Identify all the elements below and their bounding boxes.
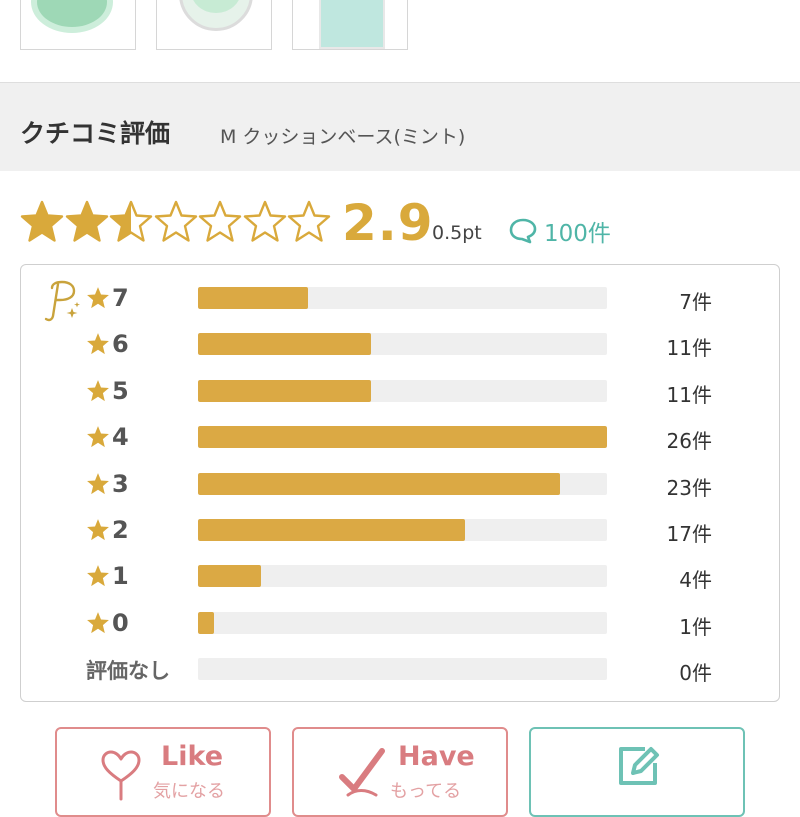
star-icon — [154, 200, 197, 242]
rating-count: 0件 — [679, 661, 712, 686]
rating-count: 4件 — [679, 568, 712, 593]
rating-label: 6 — [86, 330, 129, 358]
rating-bar-track — [198, 426, 607, 449]
like-button[interactable]: Like 気になる — [55, 727, 271, 817]
review-count-link[interactable]: 100件 — [508, 214, 611, 248]
thumbnail-1[interactable] — [20, 0, 136, 50]
product-name: M クッションベース(ミント) — [220, 126, 466, 148]
rating-value: 5 — [112, 376, 129, 405]
rating-count: 1件 — [679, 614, 712, 639]
check-icon — [339, 748, 385, 797]
star-icon — [87, 287, 109, 309]
star-icon — [198, 200, 242, 242]
rating-bar — [198, 333, 372, 356]
have-sublabel: もってる — [390, 781, 462, 802]
rating-bar-track — [198, 611, 607, 634]
edit-icon — [619, 747, 659, 785]
rating-value: 3 — [112, 469, 129, 498]
have-label: Have — [398, 741, 475, 772]
star-icon — [243, 200, 286, 242]
heart-stem-icon — [101, 750, 141, 801]
like-sublabel: 気になる — [153, 781, 225, 802]
rating-count: 7件 — [679, 290, 712, 314]
rating-bar-track — [198, 379, 607, 402]
rating-bar-track — [198, 519, 607, 541]
rating-count: 11件 — [666, 382, 712, 407]
rating-bar — [198, 565, 261, 588]
write-review-button[interactable] — [529, 727, 745, 817]
distribution-row[interactable]: 評価なし 0件 — [0, 649, 800, 689]
rating-bar — [198, 426, 607, 449]
section-title: クチコミ評価 — [20, 119, 171, 148]
distribution-row[interactable]: 1 4件 — [0, 556, 800, 596]
rating-bar — [198, 472, 560, 495]
rating-label: 1 — [86, 562, 129, 590]
star-icon — [87, 379, 109, 401]
star-icon — [87, 472, 109, 494]
rating-value: 7 — [112, 284, 129, 312]
rating-count: 23件 — [666, 475, 712, 500]
rating-count: 11件 — [666, 336, 712, 361]
rating-value: 4 — [112, 423, 129, 452]
average-score: 2.9 — [342, 194, 434, 252]
rating-bar — [198, 611, 214, 634]
rating-bar-track — [198, 333, 607, 356]
star-icon — [87, 426, 109, 448]
star-icon — [65, 200, 108, 242]
like-label: Like — [161, 741, 224, 772]
rating-label: 評価なし — [86, 655, 170, 685]
rating-label: 2 — [86, 516, 129, 544]
rating-bar — [198, 519, 466, 541]
rating-label: 0 — [86, 609, 129, 637]
star-icon — [87, 565, 109, 587]
distribution-row[interactable]: 7 7件 — [0, 278, 800, 318]
rating-label: 7 — [86, 284, 129, 312]
thumbnail-2[interactable] — [156, 0, 272, 50]
star-icon — [87, 519, 109, 541]
rating-label: 3 — [86, 470, 129, 498]
distribution-row[interactable]: 4 26件 — [0, 417, 800, 457]
rating-value: 0 — [112, 608, 129, 637]
have-button[interactable]: Have もってる — [292, 727, 508, 817]
rating-bar — [198, 287, 309, 309]
rating-value: 1 — [112, 562, 129, 591]
star-icon — [87, 333, 109, 355]
rating-bar-track — [198, 287, 607, 309]
star-icon — [20, 200, 64, 242]
product-thumbnails — [0, 0, 800, 82]
star-icon — [109, 200, 153, 242]
rating-bar — [198, 379, 372, 402]
rating-bar-track — [198, 565, 607, 588]
distribution-row[interactable]: 5 11件 — [0, 371, 800, 411]
thumbnail-3[interactable] — [292, 0, 408, 50]
rating-label: 5 — [86, 377, 129, 405]
distribution-row[interactable]: 3 23件 — [0, 464, 800, 504]
rating-label: 4 — [86, 423, 129, 451]
speech-bubble-icon — [509, 218, 537, 244]
rating-count: 26件 — [666, 429, 712, 454]
points-label: 0.5pt — [432, 222, 482, 244]
rating-value: 6 — [112, 330, 129, 359]
star-icon — [287, 200, 331, 242]
rating-count: 17件 — [666, 522, 712, 546]
distribution-row[interactable]: 2 17件 — [0, 510, 800, 550]
rating-value: 2 — [112, 516, 129, 544]
distribution-row[interactable]: 0 1件 — [0, 603, 800, 643]
review-count: 100件 — [544, 221, 611, 247]
star-icon — [87, 611, 109, 633]
rating-value: 評価なし — [86, 659, 170, 684]
rating-bar-track — [198, 658, 607, 681]
distribution-row[interactable]: 6 11件 — [0, 324, 800, 364]
rating-bar-track — [198, 472, 607, 495]
